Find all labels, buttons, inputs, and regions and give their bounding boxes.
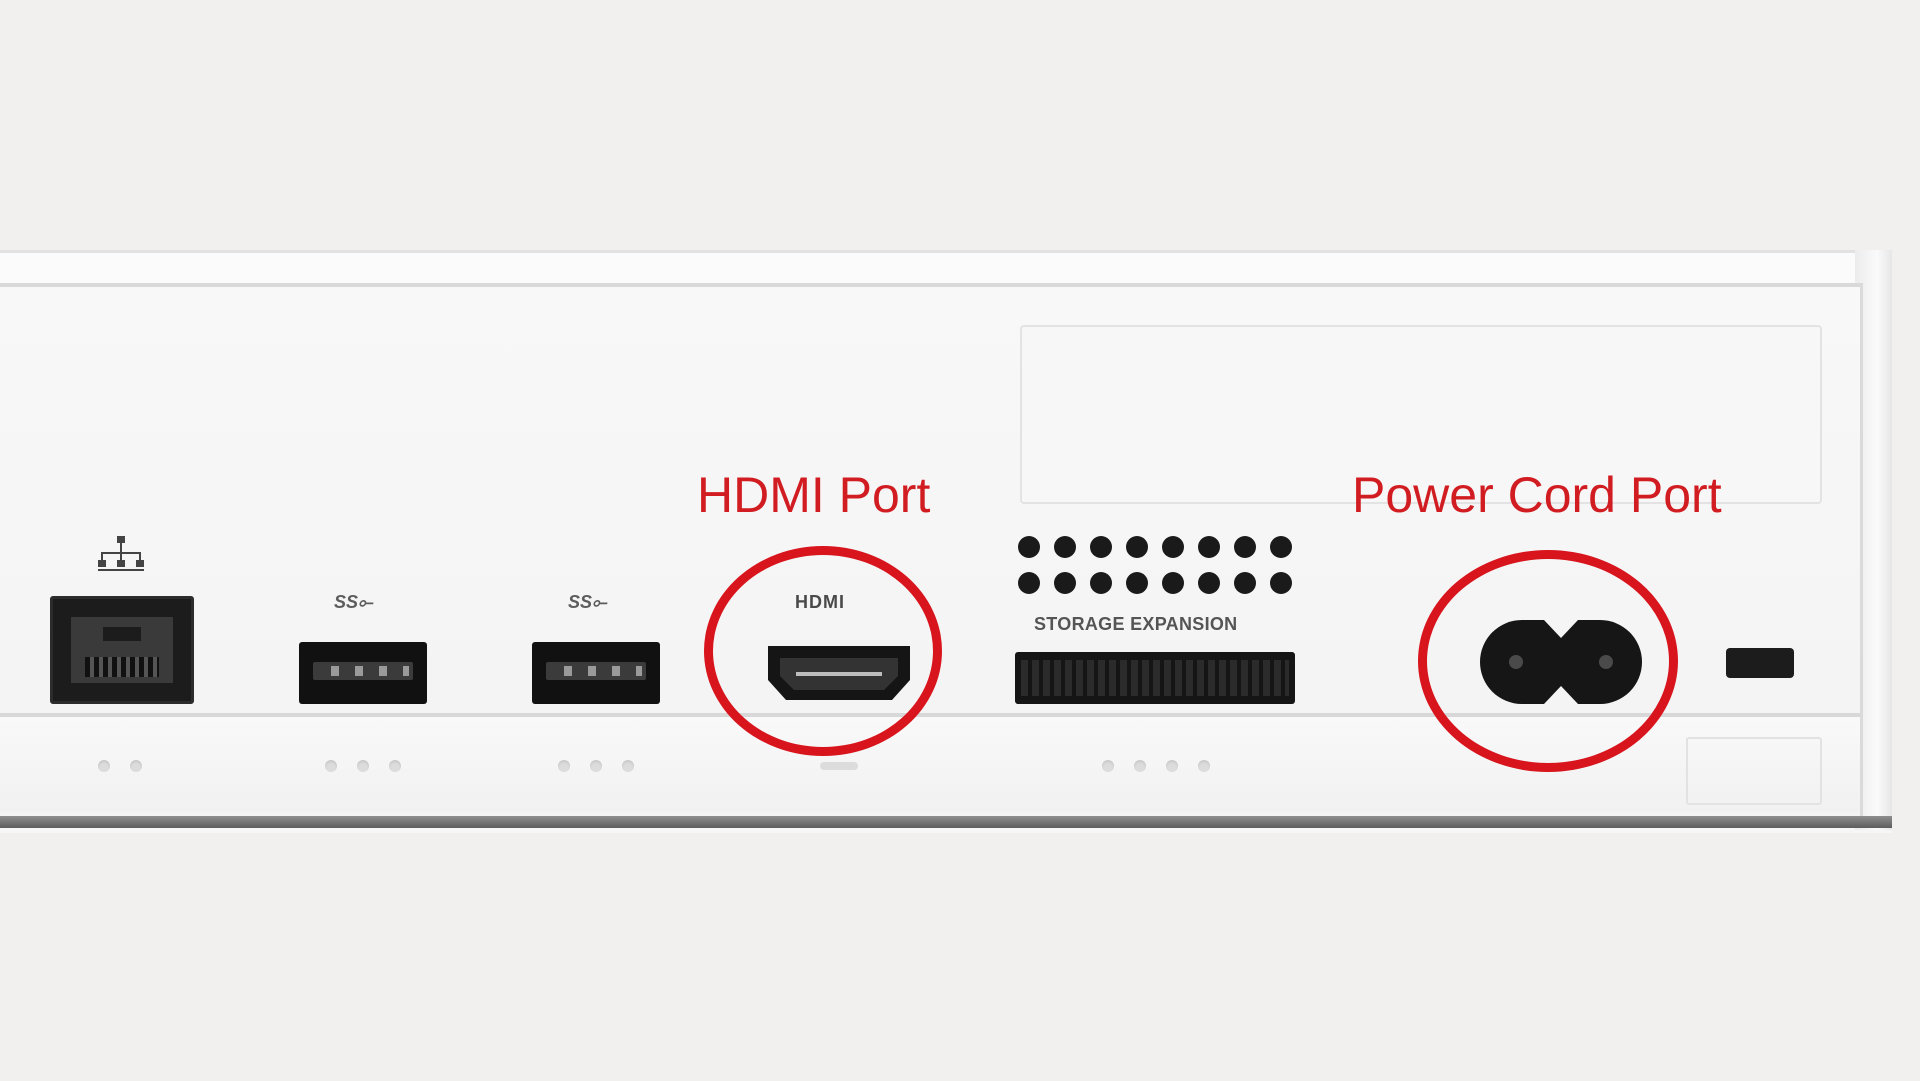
indent-mark [130,760,142,772]
indent-mark [357,760,369,772]
usb-port-2 [532,642,660,704]
indent-mark [622,760,634,772]
power-cord-port-annotation: Power Cord Port [1352,467,1722,523]
indent-mark [325,760,337,772]
indent-mark [1134,760,1146,772]
security-slot [1726,648,1794,678]
ethernet-port [50,596,194,704]
power-port-highlight-circle [1418,550,1678,772]
console-bottom-shadow [0,816,1892,828]
indent-mark [558,760,570,772]
ethernet-port-socket [71,617,173,683]
indent-mark [820,762,858,770]
indent-mark [389,760,401,772]
indent-mark [1102,760,1114,772]
hdmi-port-annotation: HDMI Port [697,467,931,523]
hdmi-port-highlight-circle [704,546,942,756]
storage-expansion-slot [1015,652,1295,704]
indent-mark [590,760,602,772]
storage-expansion-label: STORAGE EXPANSION [1034,614,1238,634]
indent-mark [98,760,110,772]
usb-ss-icon: SS⟜ [568,592,607,612]
usb-ss-icon: SS⟜ [334,592,373,612]
network-icon [98,536,144,571]
indent-mark [1166,760,1178,772]
indent-mark [1198,760,1210,772]
usb-port-1 [299,642,427,704]
storage-dots [1018,536,1298,598]
panel-lower-recess [1686,737,1822,805]
